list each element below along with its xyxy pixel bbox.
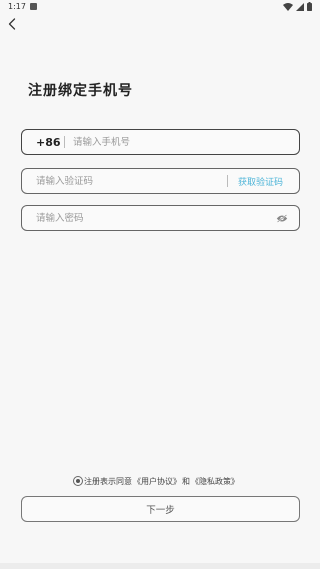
back-button[interactable] (4, 16, 20, 32)
radio-dot (75, 479, 80, 483)
status-icons (283, 2, 312, 11)
agree-prefix: 注册表示同意 (84, 476, 132, 486)
privacy-policy-link[interactable]: 《隐私政策》 (191, 476, 239, 487)
get-code-button[interactable]: 获取验证码 (238, 175, 299, 188)
user-agreement-link[interactable]: 《用户协议》 (133, 476, 181, 487)
agree-radio[interactable] (73, 476, 83, 486)
phone-input[interactable] (73, 130, 299, 154)
status-bar: 1:17 (0, 0, 320, 14)
bottom-bar (0, 563, 320, 569)
password-input[interactable] (22, 206, 269, 230)
code-input[interactable] (22, 169, 221, 193)
eye-off-icon (276, 213, 288, 223)
notification-icon (30, 3, 37, 10)
status-time: 1:17 (8, 2, 26, 11)
divider (64, 136, 65, 148)
chevron-left-icon (8, 18, 16, 30)
signal-icon (296, 2, 304, 11)
divider (226, 175, 228, 187)
agree-and: 和 (182, 476, 190, 486)
phone-field[interactable]: +86 (21, 129, 300, 155)
next-button[interactable]: 下一步 (21, 496, 300, 522)
wifi-icon (283, 2, 293, 11)
battery-icon (307, 2, 312, 11)
country-code[interactable]: +86 (22, 136, 64, 149)
code-field[interactable]: 获取验证码 (21, 168, 300, 194)
page-title: 注册绑定手机号 (28, 83, 133, 99)
password-toggle[interactable] (269, 206, 295, 230)
agreement-row: 注册表示同意 《用户协议》 和 《隐私政策》 (73, 475, 240, 487)
password-field[interactable] (21, 205, 300, 231)
